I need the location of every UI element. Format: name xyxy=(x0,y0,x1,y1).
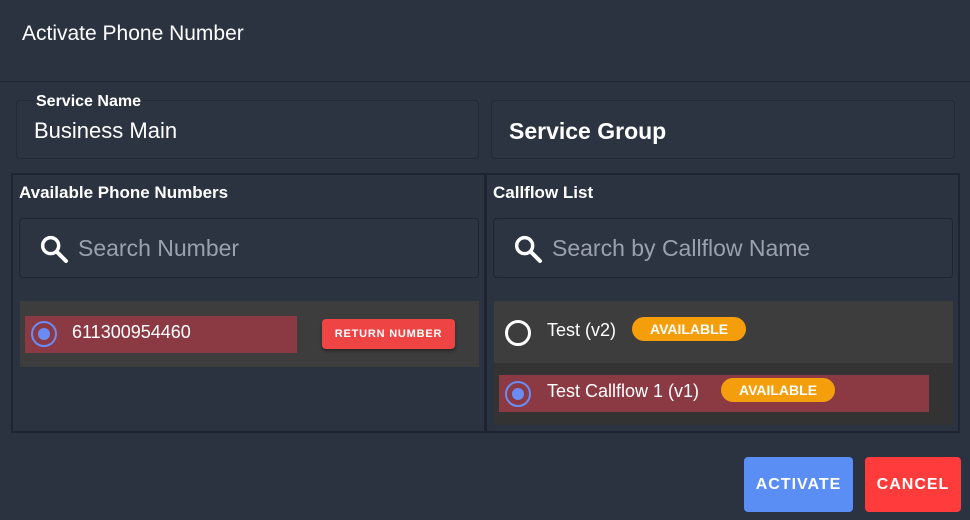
callflow-search-input[interactable] xyxy=(552,231,942,265)
radio-unselected-icon[interactable] xyxy=(505,320,531,346)
list-item[interactable]: Test (v2) AVAILABLE xyxy=(494,301,953,363)
status-badge: AVAILABLE xyxy=(721,378,836,402)
number-list: 611300954460 RETURN NUMBER xyxy=(20,301,479,367)
callflow-search-box xyxy=(493,218,953,278)
cancel-button[interactable]: CANCEL xyxy=(865,457,961,512)
dialog-header: Activate Phone Number xyxy=(0,0,970,82)
callflow-name: Test Callflow 1 (v1) xyxy=(547,381,700,401)
callflow-name: Test (v2) xyxy=(547,320,617,340)
number-search-box xyxy=(19,218,479,278)
number-search-input[interactable] xyxy=(78,231,468,265)
callflow-list: Test (v2) AVAILABLE Test Callflow 1 (v1)… xyxy=(494,301,953,425)
service-name-label: Service Name xyxy=(34,93,143,111)
list-item[interactable]: 611300954460 xyxy=(25,316,297,353)
dialog-title: Activate Phone Number xyxy=(22,22,244,45)
search-icon xyxy=(40,235,68,263)
callflow-list-title: Callflow List xyxy=(493,183,594,202)
phone-number: 611300954460 xyxy=(72,322,191,342)
search-icon xyxy=(514,235,542,263)
list-item[interactable]: Test Callflow 1 (v1) AVAILABLE xyxy=(494,363,953,425)
available-numbers-title: Available Phone Numbers xyxy=(19,183,229,202)
service-name-field[interactable]: Service Name Business Main xyxy=(16,93,479,159)
status-badge: AVAILABLE xyxy=(632,317,747,341)
activate-button[interactable]: ACTIVATE xyxy=(744,457,853,512)
return-number-button[interactable]: RETURN NUMBER xyxy=(322,319,455,349)
callflow-row: Test (v2) AVAILABLE xyxy=(499,314,929,351)
available-numbers-panel: Available Phone Numbers 611300954460 RET… xyxy=(11,173,486,433)
service-group-placeholder: Service Group xyxy=(509,118,667,144)
callflow-list-panel: Callflow List Test (v2) AVAILABLE Test C… xyxy=(485,173,960,433)
callflow-row: Test Callflow 1 (v1) AVAILABLE xyxy=(499,375,929,412)
radio-selected-icon[interactable] xyxy=(31,321,57,347)
service-group-field[interactable]: Service Group xyxy=(491,100,955,159)
service-name-value: Business Main xyxy=(34,118,178,143)
radio-selected-icon[interactable] xyxy=(505,381,531,407)
